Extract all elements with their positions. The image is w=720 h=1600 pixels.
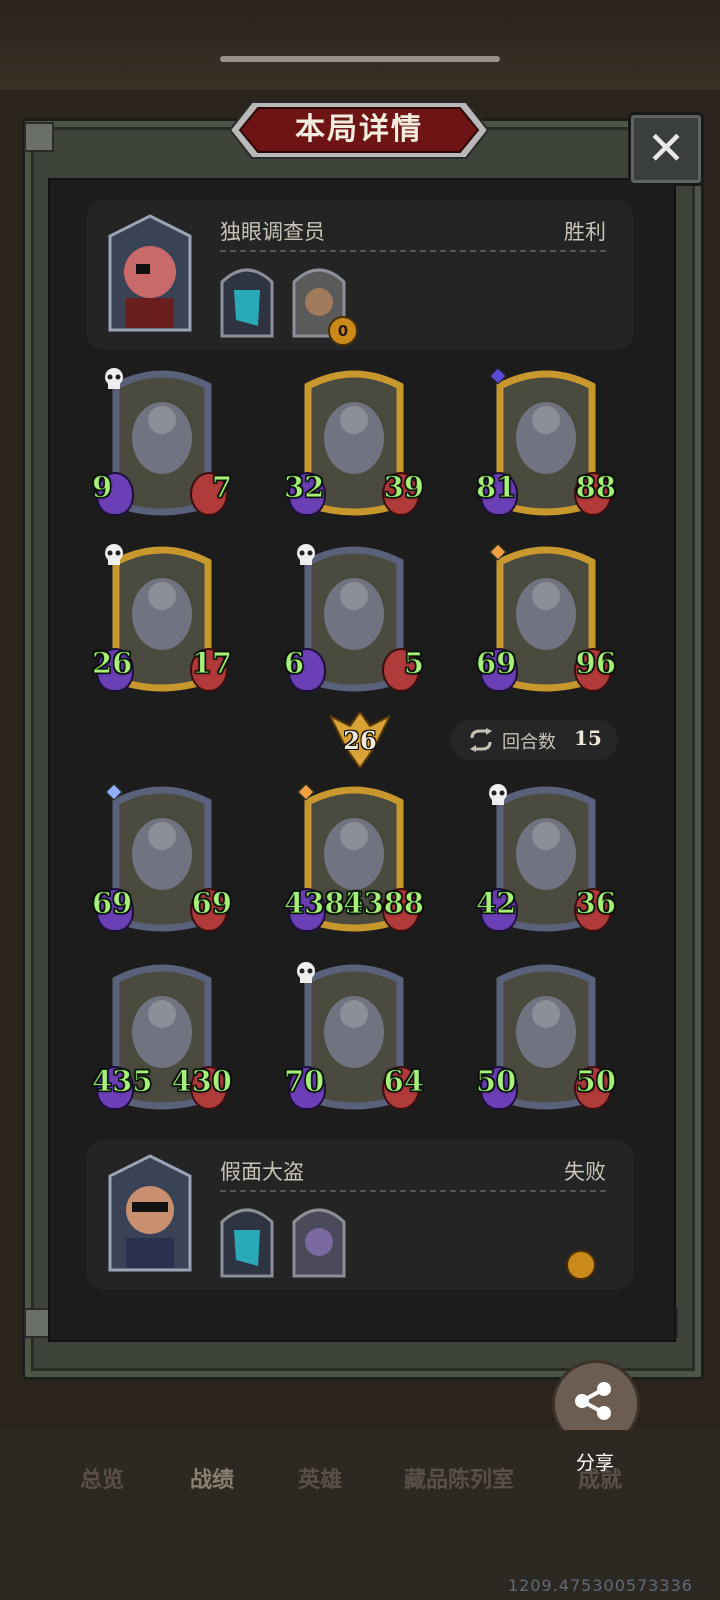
minion-card[interactable]: 32 39: [283, 368, 425, 538]
attack-value: 70: [283, 1064, 325, 1099]
page-title: 本局详情: [295, 112, 423, 147]
deathrattle-icon: [297, 544, 315, 565]
attack-value: 9: [91, 470, 113, 505]
player-card-loser: 假面大盗 失败: [86, 1140, 634, 1290]
tab-collection[interactable]: 藏品陈列室: [404, 1462, 514, 1494]
player-card-winner: 独眼调查员 胜利 0: [86, 200, 634, 350]
minion-card[interactable]: 70 64: [283, 962, 425, 1132]
attack-value: 81: [475, 470, 517, 505]
tier-value: 26: [343, 726, 377, 755]
health-value: 5: [403, 646, 424, 681]
minion-card[interactable]: 26 17: [91, 544, 233, 714]
refresh-icon: [470, 728, 492, 752]
tier-badge: 26: [327, 710, 393, 770]
coin-icon: [566, 1250, 596, 1280]
deathrattle-icon: [105, 368, 123, 389]
minion-card[interactable]: 81 88: [475, 367, 617, 538]
tab-overview[interactable]: 总览: [80, 1462, 124, 1494]
match-result: 胜利: [564, 220, 606, 244]
hero-portrait[interactable]: [106, 1154, 194, 1272]
health-value: 64: [383, 1064, 424, 1099]
minion-card[interactable]: 50 50: [475, 962, 617, 1132]
share-label: 分享: [575, 1452, 614, 1474]
health-value: 69: [191, 886, 232, 921]
attack-value: 42: [475, 886, 517, 921]
round-label: 回合数: [502, 732, 556, 753]
attack-value: 26: [91, 646, 133, 681]
round-counter: 回合数 15: [450, 720, 618, 760]
divider: [220, 1190, 606, 1192]
hero-portrait[interactable]: [106, 214, 194, 332]
trinket-icon[interactable]: [290, 1202, 348, 1278]
close-icon: ✕: [646, 121, 686, 175]
hero-power-icon[interactable]: [218, 1202, 276, 1278]
health-value: 430: [171, 1064, 233, 1099]
drag-handle[interactable]: [220, 56, 500, 62]
attack-value: 69: [475, 646, 517, 681]
version-text: 1209.475300573336: [508, 1576, 693, 1595]
coin-counter: 0: [328, 316, 358, 346]
attack-value: 32: [283, 470, 325, 505]
minion-card[interactable]: 4385 4388: [284, 783, 425, 954]
player-name: 独眼调查员: [220, 220, 325, 244]
tab-records[interactable]: 战绩: [190, 1462, 234, 1494]
health-value: 39: [383, 470, 424, 505]
health-value: 7: [211, 470, 232, 505]
attack-value: 435: [92, 1064, 154, 1099]
deathrattle-icon: [489, 784, 507, 805]
background-top: [0, 0, 720, 90]
health-value: 4388: [343, 886, 425, 921]
divider: [220, 250, 606, 252]
tab-heroes[interactable]: 英雄: [298, 1462, 342, 1494]
attack-value: 69: [91, 886, 133, 921]
player-name: 假面大盗: [220, 1160, 304, 1184]
close-button[interactable]: ✕: [628, 112, 704, 186]
frame-corner-tl: [24, 122, 54, 152]
health-value: 96: [575, 646, 616, 681]
health-value: 50: [575, 1064, 616, 1099]
minion-card[interactable]: 42 36: [475, 783, 617, 954]
minion-card[interactable]: 69 69: [91, 783, 233, 954]
deathrattle-icon: [297, 962, 315, 983]
minion-card[interactable]: 435 430: [92, 962, 232, 1132]
health-value: 36: [575, 886, 616, 921]
match-result: 失败: [564, 1160, 606, 1184]
minion-card[interactable]: 97: [91, 367, 233, 538]
minion-card[interactable]: 69 96: [475, 543, 617, 714]
health-value: 17: [191, 646, 232, 681]
health-value: 88: [575, 470, 616, 505]
attack-value: 6: [283, 646, 305, 681]
round-value: 15: [574, 726, 602, 750]
minion-card[interactable]: 65: [283, 544, 425, 714]
hero-power-icon[interactable]: [218, 262, 276, 338]
attack-value: 50: [475, 1064, 517, 1099]
title-plate: 本局详情: [228, 100, 490, 160]
deathrattle-icon: [105, 544, 123, 565]
